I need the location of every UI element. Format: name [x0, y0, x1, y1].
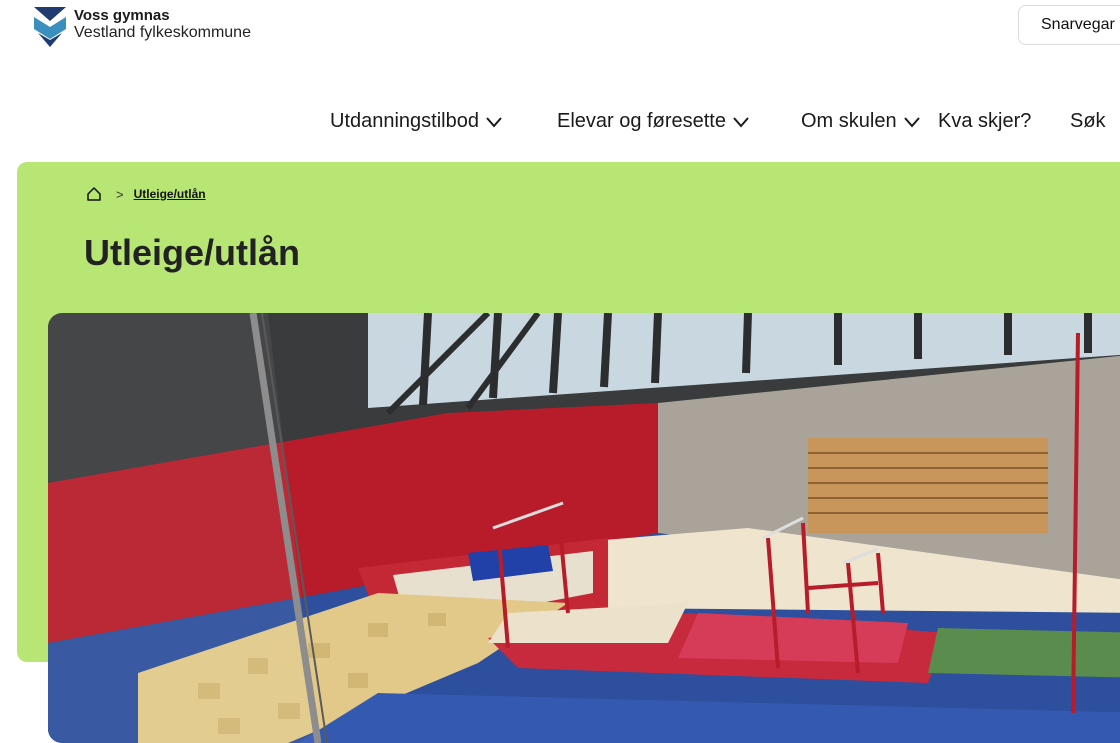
- chevron-down-icon: [486, 116, 502, 128]
- page-title: Utleige/utlån: [84, 232, 301, 273]
- nav-item-kva-skjer[interactable]: Kva skjer?: [938, 110, 1031, 133]
- breadcrumb-current[interactable]: Utleige/utlån: [134, 187, 206, 201]
- nav-item-label: Søk: [1070, 110, 1106, 132]
- site-logo[interactable]: Voss gymnas Vestland fylkeskommune: [34, 7, 251, 47]
- chevron-down-icon: [733, 116, 749, 128]
- nav-item-elevar[interactable]: Elevar og føresette: [557, 110, 750, 133]
- nav-item-label: Elevar og føresette: [557, 110, 726, 132]
- vestland-logo-icon: [34, 7, 66, 47]
- chevron-down-icon: [903, 116, 920, 128]
- site-header: Voss gymnas Vestland fylkeskommune Snarv…: [0, 0, 1120, 160]
- chevron-right-icon: >: [116, 186, 124, 202]
- nav-item-utdanningstilbod[interactable]: Utdanningstilbod: [330, 110, 503, 133]
- county-name: Vestland fylkeskommune: [74, 24, 251, 41]
- nav-item-label: Kva skjer?: [938, 110, 1032, 132]
- school-name: Voss gymnas: [74, 7, 170, 24]
- breadcrumb: > Utleige/utlån: [86, 186, 206, 202]
- shortcuts-button[interactable]: Snarvegar: [1018, 5, 1120, 45]
- nav-item-sok[interactable]: Søk: [1070, 110, 1106, 133]
- nav-item-label: Utdanningstilbod: [330, 110, 479, 132]
- nav-item-om-skulen[interactable]: Om skulen: [801, 110, 921, 133]
- gymnastics-hall-photo: [48, 313, 1120, 743]
- nav-item-label: Om skulen: [801, 110, 897, 132]
- home-icon[interactable]: [86, 186, 102, 202]
